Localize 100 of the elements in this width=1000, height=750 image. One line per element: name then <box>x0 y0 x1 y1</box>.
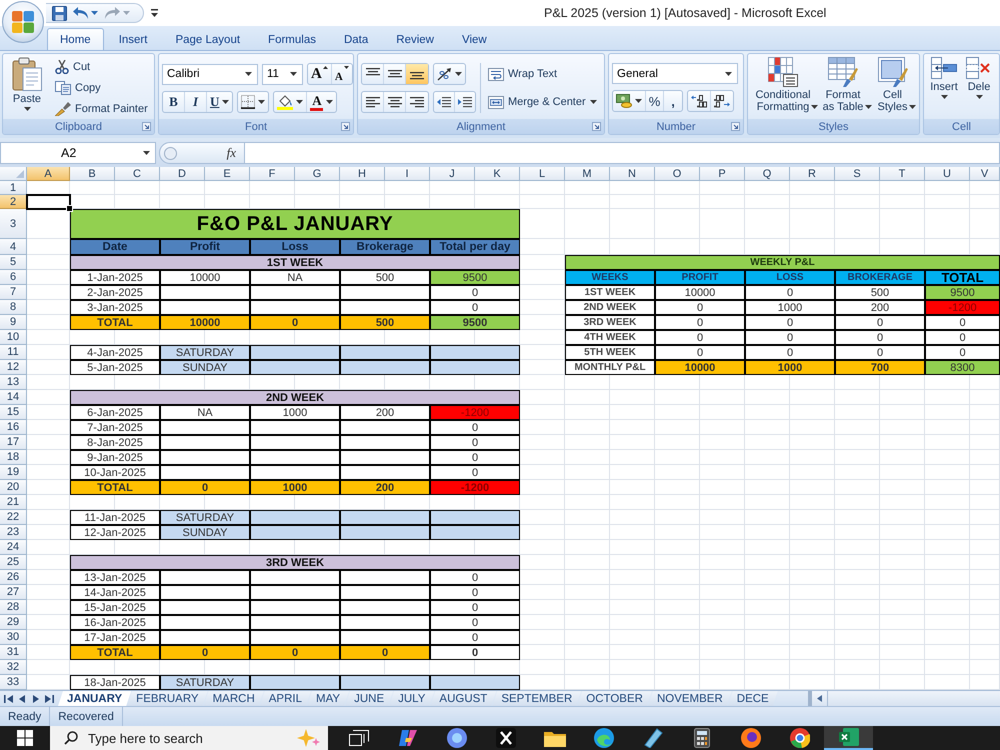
windows-logo-icon[interactable] <box>17 730 33 746</box>
column-header[interactable]: G <box>295 167 340 181</box>
column-header[interactable]: A <box>27 167 70 181</box>
column-header[interactable]: C <box>115 167 160 181</box>
merge-center-button[interactable]: Merge & Center <box>485 92 600 112</box>
dialog-launcher-icon[interactable] <box>592 122 601 131</box>
row-header[interactable]: 6 <box>0 270 27 285</box>
fill-handle[interactable] <box>66 205 73 212</box>
ribbon-tab[interactable]: Home <box>47 28 104 50</box>
tab-split-handle[interactable] <box>808 691 812 706</box>
row-header[interactable]: 33 <box>0 675 27 690</box>
shrink-font-button[interactable]: A <box>332 64 352 84</box>
row-header[interactable]: 4 <box>0 239 27 255</box>
ribbon-tab[interactable]: Insert <box>106 28 160 50</box>
formula-input[interactable] <box>245 142 1000 164</box>
percent-button[interactable]: % <box>646 91 664 111</box>
row-header[interactable]: 17 <box>0 435 27 450</box>
ribbon-tab[interactable]: Page Layout <box>162 28 254 50</box>
office-button[interactable] <box>2 1 44 43</box>
row-header[interactable]: 9 <box>0 315 27 330</box>
dialog-launcher-icon[interactable] <box>341 122 350 131</box>
number-format-field[interactable]: General <box>612 63 738 84</box>
search-input[interactable]: Type here to search <box>88 729 287 747</box>
dialog-launcher-icon[interactable] <box>142 122 151 131</box>
conditional-formatting-button[interactable]: Conditional Formatting <box>750 54 816 119</box>
row-header[interactable]: 23 <box>0 525 27 540</box>
currency-button[interactable] <box>613 91 646 111</box>
insert-cells-button[interactable]: Insert <box>927 54 961 119</box>
row-header[interactable]: 20 <box>0 480 27 495</box>
grow-font-button[interactable]: A <box>308 64 332 84</box>
row-header[interactable]: 3 <box>0 209 27 239</box>
delete-cells-button[interactable]: Dele <box>962 54 996 119</box>
row-header[interactable]: 25 <box>0 555 27 570</box>
column-header[interactable]: Q <box>745 167 790 181</box>
ribbon-tab[interactable]: Review <box>383 28 447 50</box>
row-header[interactable]: 26 <box>0 570 27 585</box>
bold-button[interactable]: B <box>163 92 185 112</box>
next-sheet-icon[interactable] <box>31 694 40 702</box>
row-header[interactable]: 32 <box>0 660 27 675</box>
font-size-field[interactable]: 11 <box>262 64 303 84</box>
column-header[interactable]: P <box>700 167 745 181</box>
comma-button[interactable]: , <box>664 91 682 111</box>
column-header[interactable]: N <box>610 167 655 181</box>
row-header[interactable]: 14 <box>0 390 27 405</box>
dialog-launcher-icon[interactable] <box>731 122 740 131</box>
row-header[interactable]: 13 <box>0 375 27 390</box>
row-header[interactable]: 30 <box>0 630 27 645</box>
font-name-field[interactable]: Calibri <box>162 64 258 84</box>
format-painter-button[interactable]: Format Painter <box>52 98 151 119</box>
format-as-table-button[interactable]: Format as Table <box>818 54 868 119</box>
column-header[interactable]: R <box>790 167 835 181</box>
column-header[interactable]: U <box>925 167 970 181</box>
wrap-text-button[interactable]: Wrap Text <box>485 64 560 84</box>
column-header[interactable]: J <box>430 167 475 181</box>
column-header[interactable]: D <box>160 167 205 181</box>
row-header[interactable]: 16 <box>0 420 27 435</box>
column-header[interactable]: V <box>970 167 1000 181</box>
customize-toolbar-icon[interactable] <box>151 8 158 18</box>
row-header[interactable]: 15 <box>0 405 27 420</box>
column-header[interactable]: H <box>340 167 385 181</box>
ribbon-tab[interactable]: Data <box>330 28 382 50</box>
italic-button[interactable]: I <box>185 92 207 112</box>
row-header[interactable]: 29 <box>0 615 27 630</box>
search-bar[interactable]: Type here to search <box>50 726 328 750</box>
column-header[interactable]: K <box>475 167 520 181</box>
align-bottom-button[interactable] <box>406 64 428 84</box>
column-header[interactable]: T <box>880 167 925 181</box>
row-header[interactable]: 21 <box>0 495 27 510</box>
row-header[interactable]: 31 <box>0 645 27 660</box>
row-header[interactable]: 2 <box>0 195 27 209</box>
row-header[interactable]: 22 <box>0 510 27 525</box>
row-header[interactable]: 28 <box>0 600 27 615</box>
row-header[interactable]: 18 <box>0 450 27 465</box>
column-header[interactable]: L <box>520 167 565 181</box>
font-color-button[interactable]: A <box>307 92 336 112</box>
fill-color-button[interactable] <box>274 92 308 112</box>
last-sheet-icon[interactable] <box>44 694 54 702</box>
row-header[interactable]: 24 <box>0 540 27 555</box>
row-header[interactable]: 27 <box>0 585 27 600</box>
column-header[interactable]: E <box>205 167 250 181</box>
row-header[interactable]: 5 <box>0 255 27 270</box>
row-header[interactable]: 10 <box>0 330 27 345</box>
previous-sheet-icon[interactable] <box>18 694 27 702</box>
cut-button[interactable]: Cut <box>52 56 151 77</box>
column-header[interactable]: M <box>565 167 610 181</box>
row-header[interactable]: 8 <box>0 300 27 315</box>
column-header[interactable]: O <box>655 167 700 181</box>
cell-styles-button[interactable]: Cell Styles <box>870 54 915 119</box>
horizontal-scrollbar[interactable] <box>828 691 1000 706</box>
column-header[interactable]: F <box>250 167 295 181</box>
paste-button[interactable]: Paste <box>6 54 48 119</box>
row-header[interactable]: 19 <box>0 465 27 480</box>
save-icon[interactable] <box>52 6 67 20</box>
row-header[interactable]: 7 <box>0 285 27 300</box>
insert-function-button[interactable]: fx <box>226 145 236 161</box>
column-header[interactable]: B <box>70 167 115 181</box>
column-header[interactable]: I <box>385 167 430 181</box>
row-header[interactable]: 1 <box>0 181 27 195</box>
sheet-tab[interactable]: JANUARY <box>58 691 132 706</box>
row-header[interactable]: 12 <box>0 360 27 375</box>
